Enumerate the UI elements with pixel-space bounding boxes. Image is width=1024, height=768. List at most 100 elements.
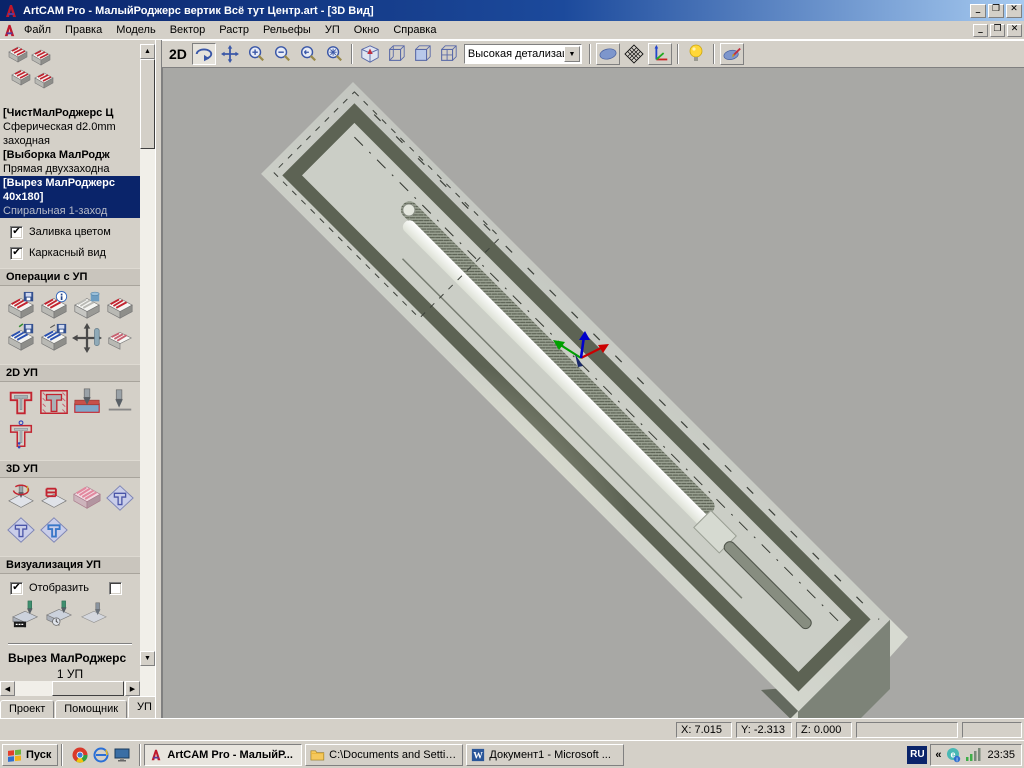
tray-app-icon[interactable]: ei <box>945 747 961 763</box>
toolpath-item-selected[interactable]: Спиральная 1-заход <box>0 204 140 218</box>
tab-project[interactable]: Проект <box>0 700 54 718</box>
extra-simulation-checkbox[interactable] <box>109 582 122 595</box>
status-y-coordinate: Y: -2.313 <box>736 722 792 738</box>
profile-2d-icon[interactable] <box>4 386 37 418</box>
save-toolpath-as-icon[interactable] <box>4 322 37 354</box>
simulation-control-icon[interactable] <box>43 599 76 631</box>
toolpath-list: [ЧистМалРоджерс Ц Сферическая d2.0mm зах… <box>0 106 140 218</box>
show-simulation-checkbox[interactable]: ✔ <box>10 582 23 595</box>
feature-machining-icon[interactable] <box>70 482 103 514</box>
child-window-icon[interactable] <box>2 23 17 38</box>
panel-horizontal-scrollbar[interactable]: ◀ ▶ <box>0 681 140 696</box>
toolpath-op-4-icon[interactable] <box>103 290 136 322</box>
panel-vertical-scrollbar[interactable]: ▲ ▼ <box>140 44 155 706</box>
view-along-z-icon[interactable] <box>436 43 460 65</box>
3d-tile-1-icon[interactable] <box>103 482 136 514</box>
internet-explorer-icon[interactable] <box>93 747 109 763</box>
close-button[interactable]: ✕ <box>1006 4 1022 18</box>
delete-toolpath-icon[interactable] <box>70 290 103 322</box>
wireframe-checkbox[interactable]: ✔ <box>10 247 23 260</box>
horizontal-scroll-thumb[interactable] <box>52 681 124 696</box>
shaded-view-icon[interactable] <box>596 43 620 65</box>
origin-axes-icon[interactable] <box>648 43 672 65</box>
drill-2d-icon[interactable] <box>70 386 103 418</box>
toolpath-item[interactable]: Прямая двухзаходна <box>0 162 140 176</box>
tab-toolpaths[interactable]: УП <box>128 696 155 718</box>
scroll-left-button[interactable]: ◀ <box>0 681 15 696</box>
menu-reliefs[interactable]: Рельефы <box>256 22 318 38</box>
task-artcam[interactable]: ArtCAM Pro - МалыйР... <box>144 744 302 766</box>
menu-toolpaths[interactable]: УП <box>318 22 347 38</box>
simulation-3-icon[interactable] <box>76 599 109 631</box>
view-along-x-icon[interactable] <box>384 43 408 65</box>
windows-logo-icon <box>7 748 23 762</box>
menu-vector[interactable]: Вектор <box>163 22 213 38</box>
menu-window[interactable]: Окно <box>347 22 387 38</box>
child-minimize-button[interactable]: _ <box>973 24 988 37</box>
toolpath-item[interactable]: заходная <box>0 134 140 148</box>
copy-toolpath-icon[interactable] <box>103 322 136 354</box>
taskbar-clock[interactable]: 23:35 <box>985 749 1015 761</box>
machine-relief-icon[interactable] <box>4 482 37 514</box>
minimize-button[interactable]: _ <box>970 4 986 18</box>
bridges-2d-icon[interactable] <box>4 418 37 450</box>
signal-strength-icon[interactable] <box>965 748 981 761</box>
view-along-y-icon[interactable] <box>410 43 434 65</box>
iso-view-icon[interactable] <box>358 43 382 65</box>
scroll-right-button[interactable]: ▶ <box>125 681 140 696</box>
3d-tile-2-icon[interactable] <box>4 514 37 546</box>
pan-icon[interactable] <box>218 43 242 65</box>
panel-tabs: Проект Помощник УП <box>0 696 155 718</box>
task-explorer-folder[interactable]: C:\Documents and Settin... <box>305 744 463 766</box>
child-restore-button[interactable]: ❐ <box>990 24 1005 37</box>
engrave-2d-icon[interactable] <box>103 386 136 418</box>
scroll-down-button[interactable]: ▼ <box>140 651 155 666</box>
panel-splitter[interactable] <box>155 40 162 718</box>
detail-level-dropdown[interactable]: Высокая детализация ▼ <box>464 44 582 64</box>
menu-bitmap[interactable]: Растр <box>212 22 256 38</box>
paint-relief-icon[interactable] <box>720 43 744 65</box>
toolpath-item[interactable]: Сферическая d2.0mm <box>0 120 140 134</box>
toolpath-info-icon[interactable] <box>37 290 70 322</box>
area-clear-2d-icon[interactable] <box>37 386 70 418</box>
menu-help[interactable]: Справка <box>386 22 443 38</box>
zoom-out-icon[interactable] <box>270 43 294 65</box>
zoom-extents-icon[interactable] <box>322 43 346 65</box>
3d-tile-3-icon[interactable] <box>37 514 70 546</box>
write-toolpath-icon[interactable] <box>37 322 70 354</box>
restore-button[interactable]: ❐ <box>988 4 1004 18</box>
language-indicator[interactable]: RU <box>907 746 927 764</box>
toolpath-group-icon <box>8 46 140 102</box>
tray-expand-chevron[interactable]: « <box>935 749 941 761</box>
zoom-previous-icon[interactable] <box>296 43 320 65</box>
toolpath-item[interactable]: [ЧистМалРоджерс Ц <box>0 106 140 120</box>
toolpath-item[interactable]: [Выборка МалРодж <box>0 148 140 162</box>
toolpath-item-selected[interactable]: 40x180] <box>0 190 140 204</box>
transform-toolpath-icon[interactable] <box>70 322 103 354</box>
start-button[interactable]: Пуск <box>2 744 58 766</box>
quick-launch <box>66 747 136 763</box>
simulate-toolpath-icon[interactable] <box>10 599 43 631</box>
2d-view-button[interactable]: 2D <box>166 46 190 62</box>
rotate-icon[interactable] <box>192 43 216 65</box>
show-desktop-icon[interactable] <box>114 748 130 762</box>
3d-view-canvas[interactable] <box>162 68 1024 718</box>
menu-file[interactable]: Файл <box>17 22 58 38</box>
scroll-up-button[interactable]: ▲ <box>140 44 155 59</box>
menu-edit[interactable]: Правка <box>58 22 109 38</box>
vertical-scroll-thumb[interactable] <box>140 59 155 149</box>
menu-model[interactable]: Модель <box>109 22 162 38</box>
zoom-in-icon[interactable] <box>244 43 268 65</box>
child-close-button[interactable]: ✕ <box>1007 24 1022 37</box>
show-simulation-row: ✔ Отобразить <box>10 581 140 595</box>
chrome-icon[interactable] <box>72 747 88 763</box>
task-word-document[interactable]: W Документ1 - Microsoft ... <box>466 744 624 766</box>
toolpath-item-selected[interactable]: [Вырез МалРоджерс <box>0 176 140 190</box>
lighting-icon[interactable] <box>684 43 708 65</box>
zlevel-roughing-icon[interactable] <box>37 482 70 514</box>
tab-assistant[interactable]: Помощник <box>55 700 127 718</box>
dropdown-arrow-icon[interactable]: ▼ <box>564 46 580 62</box>
save-toolpath-icon[interactable] <box>4 290 37 322</box>
wireframe-mesh-icon[interactable] <box>622 43 646 65</box>
fill-color-checkbox[interactable]: ✔ <box>10 226 23 239</box>
